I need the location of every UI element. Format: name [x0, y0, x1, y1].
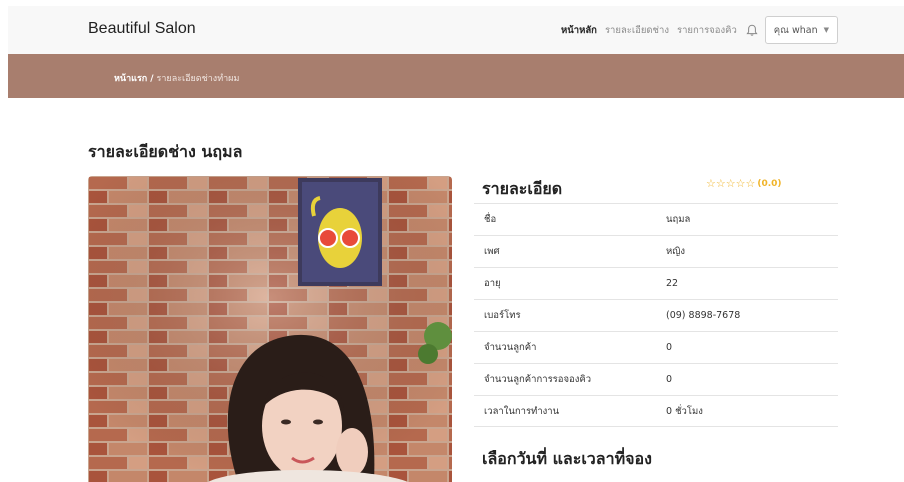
rating: ☆ ☆ ☆ ☆ ☆ (0.0) — [706, 178, 782, 189]
nav-link-bookings[interactable]: รายการจองคิว — [677, 23, 737, 38]
breadcrumb-bar: หน้าแรก / รายละเอียดช่างทำผม — [8, 54, 904, 98]
table-row: เวลาในการทำงาน 0 ชั่วโมง — [474, 395, 838, 427]
nav-link-stylist-details[interactable]: รายละเอียดช่าง — [605, 23, 669, 38]
rating-value: (0.0) — [757, 178, 782, 189]
detail-label: เวลาในการทำงาน — [484, 405, 560, 417]
detail-label: จำนวนลูกค้า — [484, 342, 537, 353]
table-row: ชื่อ นฤมล — [474, 203, 838, 235]
detail-value: นฤมล — [666, 214, 691, 225]
table-row: เพศ หญิง — [474, 235, 838, 267]
brand-logo[interactable]: Beautiful Salon — [88, 20, 196, 38]
star-empty-icon: ☆ — [715, 177, 726, 190]
detail-label: จำนวนลูกค้าการรอจองคิว — [484, 374, 592, 385]
detail-label: เบอร์โทร — [484, 310, 521, 321]
detail-label: ชื่อ — [484, 214, 497, 225]
chevron-down-icon: ▼ — [823, 26, 829, 34]
table-row: จำนวนลูกค้าการรอจองคิว 0 — [474, 363, 838, 395]
detail-value: (09) 8898-7678 — [666, 310, 741, 321]
breadcrumb-separator: / — [150, 74, 154, 84]
detail-value: หญิง — [666, 246, 685, 257]
star-empty-icon: ☆ — [706, 177, 716, 190]
star-empty-icon: ☆ — [745, 177, 756, 190]
nav-links: หน้าหลัก รายละเอียดช่าง รายการจองคิว คุณ… — [553, 15, 838, 45]
breadcrumb-current: รายละเอียดช่างทำผม — [156, 74, 240, 84]
table-row: อายุ 22 — [474, 267, 838, 299]
user-menu-dropdown[interactable]: คุณ whan ▼ — [764, 16, 838, 44]
detail-label: อายุ — [484, 278, 501, 289]
table-row: จำนวนลูกค้า 0 — [474, 331, 838, 363]
detail-value: 0 ชั่วโมง — [666, 405, 703, 417]
detail-label: เพศ — [484, 246, 500, 257]
details-title: รายละเอียด — [482, 179, 563, 198]
bell-icon[interactable] — [745, 23, 759, 37]
detail-value: 0 — [666, 374, 673, 385]
detail-value: 22 — [666, 278, 679, 289]
detail-value: 0 — [666, 342, 673, 353]
star-empty-icon: ☆ — [725, 177, 736, 190]
details-table: ชื่อ นฤมล เพศ หญิง อายุ 22 เบอร์โทร (09)… — [474, 203, 838, 427]
booking-section-title: เลือกวันที่ และเวลาที่จอง — [482, 449, 652, 468]
breadcrumb: หน้าแรก / รายละเอียดช่างทำผม — [114, 71, 239, 85]
navbar: Beautiful Salon หน้าหลัก รายละเอียดช่าง … — [8, 6, 904, 54]
stylist-photo — [88, 176, 452, 482]
breadcrumb-home[interactable]: หน้าแรก — [114, 74, 147, 84]
nav-link-home[interactable]: หน้าหลัก — [561, 23, 597, 38]
page-title: รายละเอียดช่าง นฤมล — [88, 142, 243, 161]
star-empty-icon: ☆ — [735, 177, 746, 190]
table-row: เบอร์โทร (09) 8898-7678 — [474, 299, 838, 331]
user-menu-label: คุณ whan — [773, 24, 818, 36]
